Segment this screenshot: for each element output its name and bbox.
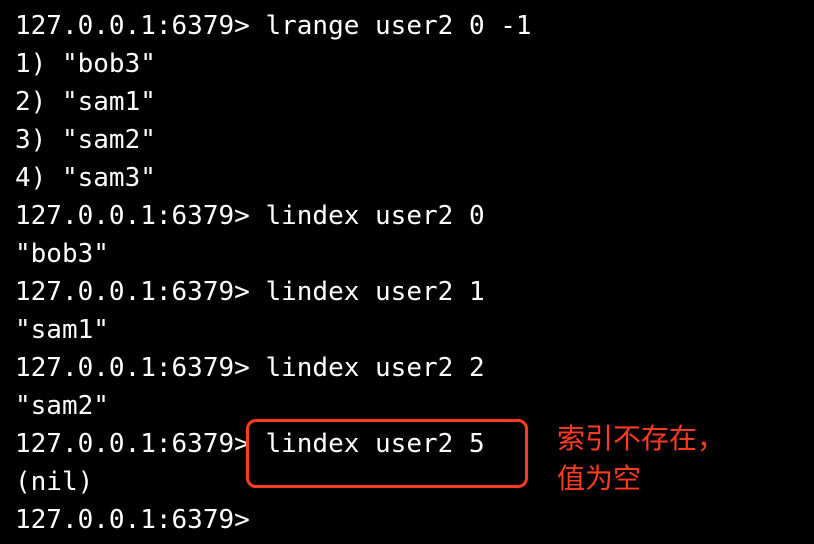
terminal-line-7: "bob3" xyxy=(15,239,109,269)
terminal-line-8: 127.0.0.1:6379> lindex user2 1 xyxy=(15,277,485,307)
terminal-line-10: 127.0.0.1:6379> lindex user2 2 xyxy=(15,353,485,383)
annotation-line-2: 值为空 xyxy=(557,462,642,495)
terminal-line-3: 2) "sam1" xyxy=(15,87,156,117)
terminal-window[interactable]: 127.0.0.1:6379> lrange user2 0 -1 1) "bo… xyxy=(0,0,814,544)
terminal-line-1: 127.0.0.1:6379> lrange user2 0 -1 xyxy=(15,11,532,41)
highlight-box xyxy=(246,419,528,488)
annotation-line-1: 索引不存在， xyxy=(557,422,726,455)
terminal-line-9: "sam1" xyxy=(15,315,109,345)
terminal-line-5: 4) "sam3" xyxy=(15,163,156,193)
terminal-line-2: 1) "bob3" xyxy=(15,49,156,79)
terminal-line-6: 127.0.0.1:6379> lindex user2 0 xyxy=(15,201,485,231)
terminal-line-4: 3) "sam2" xyxy=(15,125,156,155)
terminal-prompt-current[interactable]: 127.0.0.1:6379> xyxy=(15,501,532,539)
annotation-note: 索引不存在， 值为空 xyxy=(557,419,725,499)
